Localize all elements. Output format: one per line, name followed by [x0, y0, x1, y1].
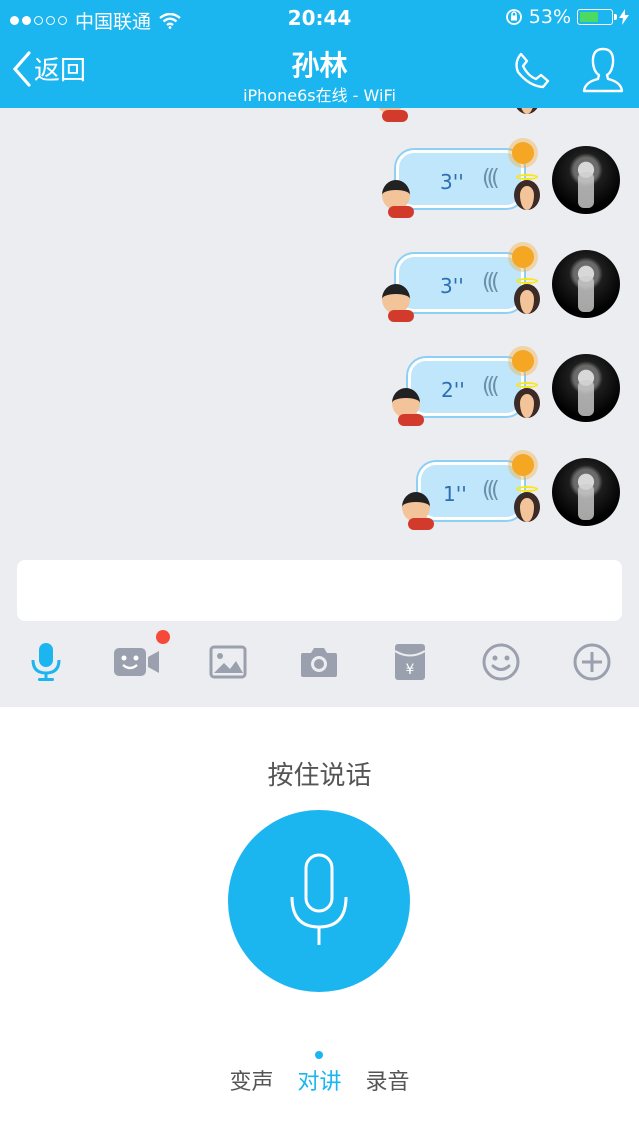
voice-message[interactable]: 3'' ((( — [0, 242, 639, 342]
mic-icon — [290, 853, 348, 945]
plus-icon — [573, 643, 611, 681]
sun-icon — [512, 350, 534, 372]
voice-mode-tabs: 变声 对讲 录音 — [0, 1064, 639, 1096]
avatar[interactable] — [552, 146, 620, 214]
sticker-girl-icon — [512, 486, 542, 528]
voice-message[interactable]: 1'' ((( — [0, 450, 639, 550]
rotation-lock-icon — [505, 9, 522, 25]
sticker-boy-icon — [378, 282, 414, 322]
image-button[interactable] — [208, 642, 248, 682]
sun-icon — [512, 142, 534, 164]
tab-intercom[interactable]: 对讲 — [297, 1064, 341, 1096]
status-bar: 中国联通 20:44 53% — [0, 0, 639, 36]
sticker-boy-icon — [372, 108, 408, 122]
avatar[interactable] — [552, 458, 620, 526]
mic-icon — [31, 643, 61, 681]
sound-wave-icon: ((( — [482, 478, 500, 503]
battery-percent: 53% — [528, 6, 571, 28]
red-packet-icon: ¥ — [394, 644, 426, 680]
sticker-girl-icon — [512, 108, 542, 120]
camera-button[interactable] — [299, 642, 339, 682]
sticker-boy-icon — [378, 178, 414, 218]
avatar[interactable] — [552, 354, 620, 422]
avatar[interactable] — [552, 250, 620, 318]
battery-icon — [577, 9, 617, 25]
charging-icon — [619, 9, 629, 25]
tab-record[interactable]: 录音 — [366, 1064, 410, 1096]
message-input[interactable] — [17, 560, 622, 621]
voice-duration: 1'' — [443, 482, 467, 506]
video-call-button[interactable] — [113, 642, 161, 682]
sticker-girl-icon — [512, 174, 542, 216]
voice-duration: 2'' — [441, 378, 465, 402]
hold-to-talk-hint: 按住说话 — [267, 761, 372, 791]
record-button[interactable] — [228, 810, 410, 992]
input-area: ¥ — [0, 550, 639, 707]
sticker-boy-icon — [398, 490, 434, 530]
sound-wave-icon: ((( — [482, 270, 500, 295]
voice-message[interactable]: 2'' ((( — [0, 346, 639, 446]
red-packet-button[interactable]: ¥ — [390, 642, 430, 682]
sun-icon — [512, 454, 534, 476]
nav-bar: 中国联通 20:44 53% 返回 孙林 iPhone6s在线 - WiFi — [0, 0, 639, 108]
voice-bubble[interactable] — [408, 358, 524, 416]
tab-voice-change[interactable]: 变声 — [229, 1064, 273, 1096]
more-button[interactable] — [572, 642, 612, 682]
voice-panel: 按住说话 变声 对讲 录音 — [0, 707, 639, 1136]
voice-message[interactable]: 3'' ((( — [0, 138, 639, 238]
sticker-boy-icon — [388, 386, 424, 426]
emoji-button[interactable] — [481, 642, 521, 682]
camera-icon — [301, 648, 337, 677]
voice-tool-button[interactable] — [26, 642, 66, 682]
sticker-girl-icon — [512, 278, 542, 320]
voice-duration: 3'' — [440, 170, 464, 194]
phone-call-icon[interactable] — [512, 50, 552, 90]
active-mode-indicator — [315, 1051, 323, 1059]
sun-icon — [512, 246, 534, 268]
sound-wave-icon: ((( — [482, 374, 500, 399]
video-icon — [114, 648, 159, 676]
sticker-girl-icon — [512, 382, 542, 424]
profile-icon[interactable] — [581, 46, 625, 94]
notification-badge — [156, 630, 170, 644]
sound-wave-icon: ((( — [482, 166, 500, 191]
svg-text:¥: ¥ — [406, 662, 415, 678]
voice-duration: 3'' — [440, 274, 464, 298]
chat-history[interactable]: 3'' ((( 3'' ((( 2'' ((( 1'' ((( — [0, 108, 639, 550]
image-icon — [209, 645, 247, 679]
emoji-icon — [482, 643, 520, 681]
